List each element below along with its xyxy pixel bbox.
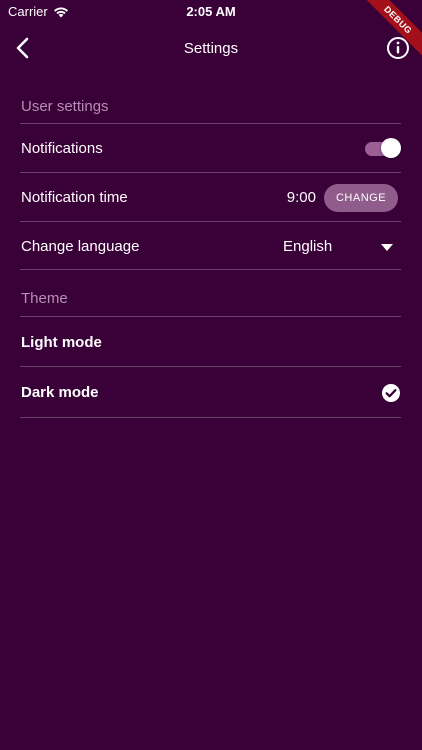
divider [20,417,401,418]
language-label: Change language [21,238,140,255]
notification-time-row: Notification time 9:00 CHANGE [21,184,401,212]
notification-time-label: Notification time [21,189,128,206]
section-header-theme: Theme [21,290,68,307]
divider [20,172,401,173]
language-row: Change language English [21,235,401,259]
divider [20,221,401,222]
theme-option-light-mode[interactable]: Light mode [21,331,401,355]
debug-banner-label: DEBUG [356,0,422,62]
divider [20,123,401,124]
divider [20,316,401,317]
light-mode-label: Light mode [21,334,102,351]
change-time-button[interactable]: CHANGE [324,184,398,212]
divider [20,269,401,270]
dropdown-arrow-icon [381,244,393,251]
notifications-label: Notifications [21,140,103,157]
language-selected-value: English [283,238,333,255]
debug-banner: DEBUG [352,0,422,70]
notifications-row: Notifications [21,137,401,161]
toggle-thumb [381,138,401,158]
check-circle-icon [382,384,400,402]
dark-mode-label: Dark mode [21,384,99,401]
notifications-toggle[interactable] [363,138,401,160]
section-header-user-settings: User settings [21,98,109,115]
theme-option-dark-mode[interactable]: Dark mode [21,381,401,405]
divider [20,366,401,367]
language-dropdown[interactable]: English [283,234,401,260]
notification-time-value: 9:00 [286,189,316,206]
